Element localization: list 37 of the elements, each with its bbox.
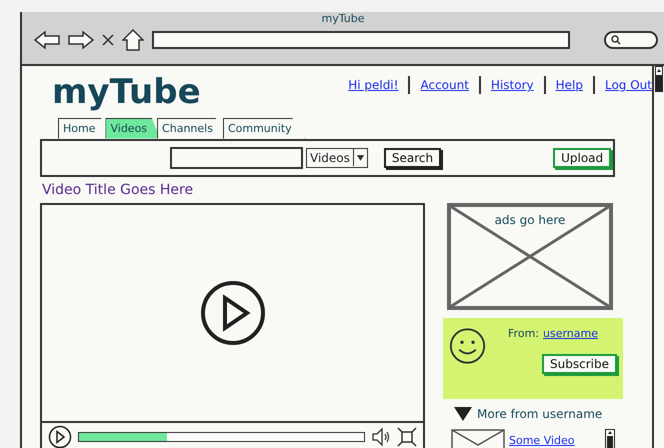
video-title: Video Title Goes Here [42,180,194,198]
back-icon[interactable] [34,30,60,50]
nav-tab[interactable]: Community [222,118,305,138]
window-title: myTube [320,12,366,25]
play-icon[interactable] [200,280,266,346]
thumbnail-placeholder[interactable] [451,428,505,448]
header-link[interactable]: Help [556,76,583,94]
header-link[interactable]: History [490,76,534,94]
upload-button[interactable]: Upload [553,148,612,168]
search-icon [611,35,621,45]
username-link[interactable]: username [543,326,598,342]
search-field[interactable] [170,146,303,168]
header-link[interactable]: Hi peldi! [348,76,398,94]
close-icon[interactable] [102,34,114,46]
section-heading: More from username [477,406,602,422]
header-link[interactable]: Log Out [604,76,652,94]
home-icon[interactable] [122,29,144,51]
forward-icon[interactable] [68,30,94,50]
subscribe-button[interactable]: Subscribe [542,354,617,374]
fullscreen-icon[interactable] [397,426,417,446]
scrollbar[interactable] [655,66,663,92]
scrollbar[interactable] [605,428,615,448]
search-button[interactable]: Search [384,148,442,168]
ad-text: ads go here [494,212,566,228]
category-dropdown[interactable]: Videos [306,148,368,168]
from-label: From: [508,326,539,342]
video-link[interactable]: Some Video [509,432,575,448]
volume-icon[interactable] [371,426,391,446]
logo: myTube [52,71,201,114]
avatar-icon [449,326,486,366]
expand-icon[interactable] [453,406,473,422]
play-icon[interactable] [48,424,72,448]
header-link[interactable]: Account [420,76,469,94]
search-field[interactable] [604,31,658,49]
progress-bar[interactable] [78,432,365,442]
address-field[interactable] [152,31,570,49]
caret-icon [352,148,367,166]
